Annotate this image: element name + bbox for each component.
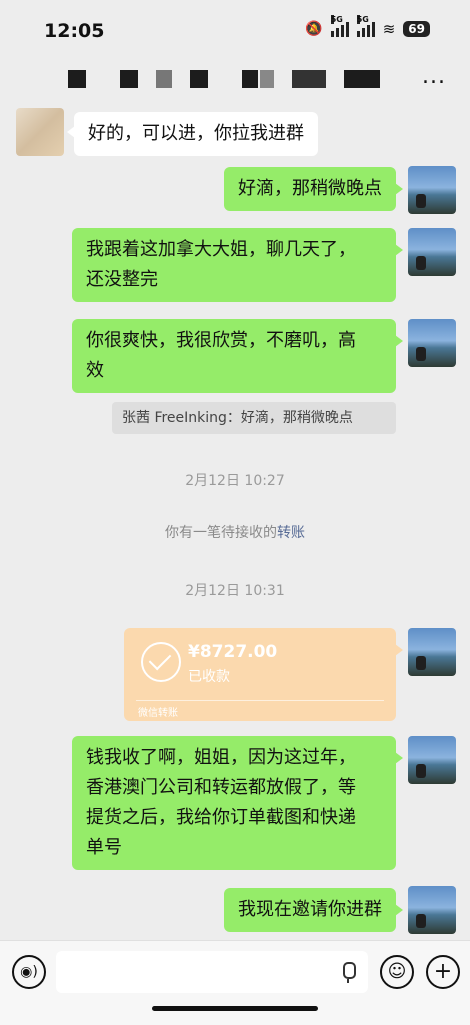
- blurred-title: [260, 70, 274, 88]
- check-circle-icon: [141, 642, 181, 682]
- blurred-title: [344, 70, 380, 88]
- add-icon[interactable]: +: [426, 955, 460, 989]
- status-time: 12:05: [44, 20, 105, 42]
- transfer-link[interactable]: 转账: [277, 525, 305, 541]
- chat-header: ...: [0, 62, 470, 98]
- quoted-reply[interactable]: 张茜 FreeInking：好滴，那稍微晚点: [112, 402, 396, 434]
- message-bubble[interactable]: 钱我收了啊，姐姐，因为这过年， 香港澳门公司和转运都放假了，等 提货之后，我给你…: [72, 736, 403, 870]
- signal-5g-icon-2: 5G: [356, 15, 375, 37]
- home-indicator: [152, 1006, 318, 1011]
- mute-icon: 🔕: [305, 21, 323, 37]
- transfer-card[interactable]: ¥8727.00 已收款 微信转账: [124, 628, 403, 721]
- voice-icon[interactable]: ◉): [12, 955, 46, 989]
- timestamp: 2月12日 10:27: [185, 473, 285, 489]
- status-bar: 12:05 🔕 5G 5G ≋ 69: [0, 0, 470, 60]
- self-avatar[interactable]: [408, 628, 456, 676]
- input-bar: ◉) ☺ +: [0, 940, 470, 1025]
- blurred-title: [68, 70, 86, 88]
- self-avatar[interactable]: [408, 166, 456, 214]
- contact-avatar[interactable]: [16, 108, 64, 156]
- divider: [136, 700, 384, 701]
- transfer-amount: ¥8727.00: [188, 642, 278, 662]
- transfer-footer: 微信转账: [138, 708, 178, 719]
- message-bubble[interactable]: 好滴，那稍微晚点: [224, 167, 403, 211]
- message-bubble[interactable]: 好的，可以进，你拉我进群: [67, 112, 318, 156]
- status-icons: 🔕 5G 5G ≋ 69: [305, 15, 430, 38]
- message-bubble[interactable]: 我跟着这加拿大大姐，聊几天了， 还没整完: [72, 228, 403, 302]
- pending-transfer-notice: 你有一笔待接收的转账: [165, 525, 305, 541]
- emoji-icon[interactable]: ☺: [380, 955, 414, 989]
- blurred-title: [120, 70, 138, 88]
- self-avatar[interactable]: [408, 736, 456, 784]
- message-bubble[interactable]: 我现在邀请你进群: [224, 888, 403, 932]
- more-options-button[interactable]: ...: [422, 64, 446, 89]
- blurred-title: [292, 70, 326, 88]
- self-avatar[interactable]: [408, 228, 456, 276]
- battery-icon: 69: [403, 21, 430, 37]
- message-bubble[interactable]: 你很爽快，我很欣赏，不磨叽，高 效: [72, 319, 403, 393]
- self-avatar[interactable]: [408, 319, 456, 367]
- timestamp: 2月12日 10:31: [185, 583, 285, 599]
- microphone-icon[interactable]: [343, 962, 356, 983]
- blurred-title: [156, 70, 172, 88]
- blurred-title: [242, 70, 258, 88]
- wifi-icon: ≋: [382, 20, 396, 38]
- blurred-title: [190, 70, 208, 88]
- message-input[interactable]: [56, 951, 368, 993]
- self-avatar[interactable]: [408, 886, 456, 934]
- signal-5g-icon: 5G: [330, 15, 349, 37]
- transfer-status: 已收款: [188, 669, 230, 685]
